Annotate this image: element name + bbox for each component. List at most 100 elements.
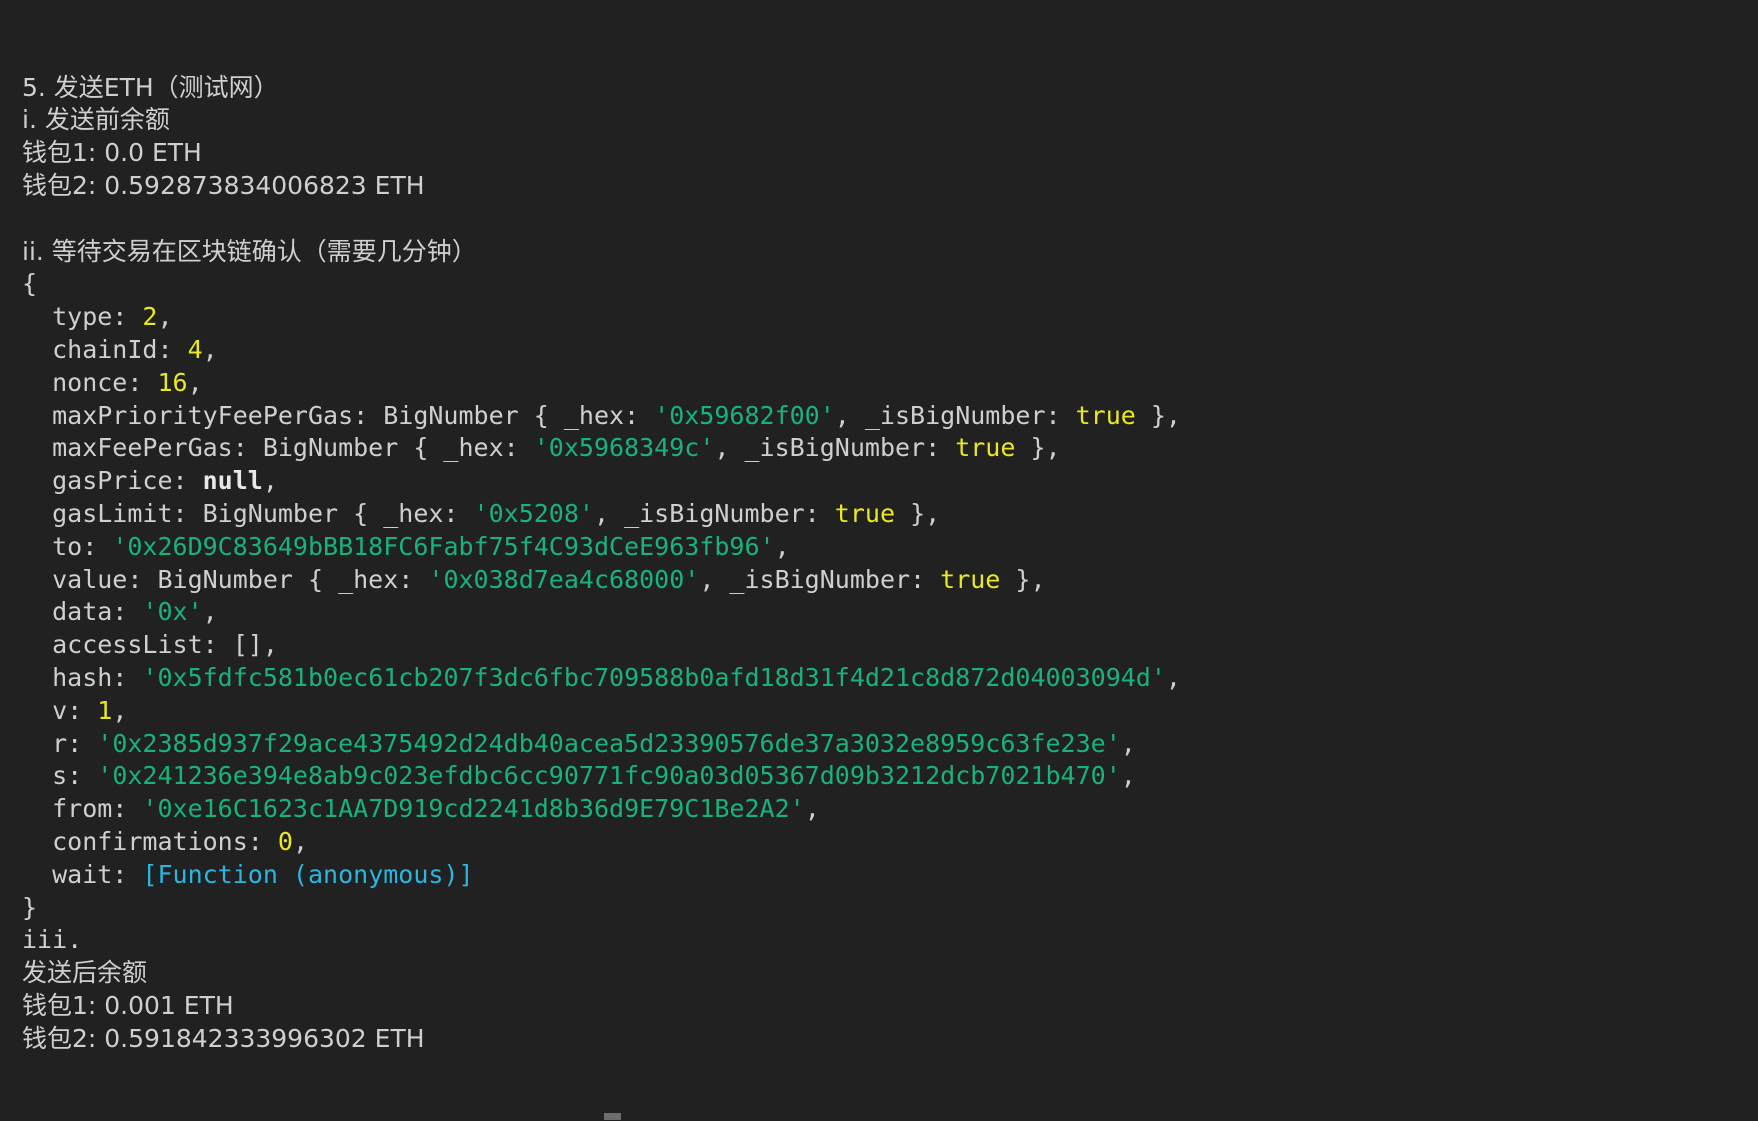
tx-maxpriorityfeepergas: maxPriorityFeePerGas: BigNumber { _hex: … [22,400,1758,433]
tx-maxfeepergas: maxFeePerGas: BigNumber { _hex: '0x59683… [22,432,1758,465]
tx-gaslimit-seg-2: , _isBigNumber: [593,498,835,528]
balance-after-wallet2-seg-0: 钱包2: 0.591842333996302 ETH [22,1023,425,1053]
tx-r-seg-0: r: [22,728,98,758]
heading-i: i. 发送前余额 [22,104,1758,137]
tx-s-seg-2: , [1120,761,1136,791]
tx-object-close-brace: } [22,892,1758,925]
balance-before-wallet1: 钱包1: 0.0 ETH [22,137,1758,170]
tx-gasprice-seg-2: , [262,466,278,496]
tx-value-seg-4: }, [1000,564,1046,594]
tx-nonce: nonce: 16, [22,367,1758,400]
terminal-output-pane[interactable]: 5. 发送ETH（测试网） i. 发送前余额 钱包1: 0.0 ETH 钱包2: 0.… [0,0,1758,1120]
tx-s-seg-1: '0x241236e394e8ab9c023efdbc6cc90771fc90a… [97,761,1121,791]
tx-v-seg-2: , [112,695,128,725]
balance-after-wallet2: 钱包2: 0.591842333996302 ETH [22,1023,1758,1056]
tx-hash-seg-0: hash: [22,662,143,692]
tx-value-seg-1: '0x038d7ea4c68000' [428,564,700,594]
tx-type: type: 2, [22,301,1758,334]
tx-gaslimit-seg-4: }, [895,498,941,528]
tx-type-seg-1: 2 [142,302,158,332]
balance-after-wallet1-seg-0: 钱包1: 0.001 ETH [22,990,234,1020]
tx-gaslimit: gasLimit: BigNumber { _hex: '0x5208', _i… [22,498,1758,531]
tx-gasprice-seg-0: gasPrice: [22,466,203,496]
terminal-cursor [604,1113,621,1120]
tx-confirmations-seg-1: 0 [277,826,293,856]
blank-1 [22,203,1758,236]
heading-balance-after-seg-0: 发送后余额 [22,958,148,988]
tx-wait-seg-0: wait: [22,859,143,889]
tx-accesslist: accessList: [], [22,629,1758,662]
tx-from: from: '0xe16C1623c1AA7D919cd2241d8b36d9E… [22,793,1758,826]
tx-gaslimit-seg-1: '0x5208' [473,498,594,528]
tx-s: s: '0x241236e394e8ab9c023efdbc6cc90771fc… [22,760,1758,793]
tx-s-seg-0: s: [22,761,98,791]
tx-object-close-brace-seg-0: } [22,892,38,922]
tx-accesslist-seg-0: accessList: [], [22,630,278,660]
tx-data-seg-1: '0x' [142,597,203,627]
tx-maxfeepergas-seg-0: maxFeePerGas: BigNumber { _hex: [22,433,534,463]
tx-nonce-seg-2: , [187,367,203,397]
heading-iii-seg-0: iii. [22,925,83,955]
heading-section-5-seg-0: 5. 发送ETH（测试网） [22,72,279,102]
tx-r-seg-2: , [1120,728,1136,758]
tx-gasprice-seg-1: null [202,466,263,496]
tx-hash-seg-1: '0x5fdfc581b0ec61cb207f3dc6fbc709588b0af… [142,662,1166,692]
tx-confirmations-seg-2: , [292,826,308,856]
tx-hash-seg-2: , [1165,662,1181,692]
heading-ii: ii. 等待交易在区块链确认（需要几分钟） [22,236,1758,269]
tx-value: value: BigNumber { _hex: '0x038d7ea4c680… [22,564,1758,597]
balance-before-wallet2-seg-0: 钱包2: 0.592873834006823 ETH [22,170,425,200]
tx-maxpriorityfeepergas-seg-2: , _isBigNumber: [834,400,1076,430]
tx-gasprice: gasPrice: null, [22,465,1758,498]
heading-ii-seg-0: ii. 等待交易在区块链确认（需要几分钟） [22,236,477,266]
tx-v-seg-1: 1 [97,695,113,725]
tx-chainid: chainId: 4, [22,334,1758,367]
tx-v-seg-0: v: [22,695,98,725]
terminal-lines-container: 5. 发送ETH（测试网） i. 发送前余额 钱包1: 0.0 ETH 钱包2: 0.… [22,72,1758,1056]
tx-value-seg-0: value: BigNumber { _hex: [22,564,429,594]
tx-maxpriorityfeepergas-seg-4: }, [1135,400,1181,430]
balance-before-wallet2: 钱包2: 0.592873834006823 ETH [22,170,1758,203]
tx-data-seg-0: data: [22,597,143,627]
tx-wait: wait: [Function (anonymous)] [22,859,1758,892]
tx-from-seg-0: from: [22,794,143,824]
tx-maxpriorityfeepergas-seg-1: '0x59682f00' [654,400,835,430]
tx-nonce-seg-0: nonce: [22,367,158,397]
tx-from-seg-2: , [804,794,820,824]
tx-value-seg-2: , _isBigNumber: [699,564,941,594]
tx-to-seg-2: , [774,531,790,561]
tx-r-seg-1: '0x2385d937f29ace4375492d24db40acea5d233… [97,728,1121,758]
tx-gaslimit-seg-3: true [834,498,896,528]
tx-type-seg-0: type: [22,302,143,332]
heading-i-seg-0: i. 发送前余额 [22,105,170,135]
tx-confirmations-seg-0: confirmations: [22,826,278,856]
heading-section-5: 5. 发送ETH（测试网） [22,72,1758,105]
tx-from-seg-1: '0xe16C1623c1AA7D919cd2241d8b36d9E79C1Be… [142,794,805,824]
tx-to-seg-1: '0x26D9C83649bBB18FC6Fabf75f4C93dCeE963f… [112,531,775,561]
tx-gaslimit-seg-0: gasLimit: BigNumber { _hex: [22,498,474,528]
tx-data-seg-2: , [202,597,218,627]
heading-iii: iii. [22,924,1758,957]
balance-after-wallet1: 钱包1: 0.001 ETH [22,990,1758,1023]
tx-chainid-seg-1: 4 [187,334,203,364]
tx-data: data: '0x', [22,596,1758,629]
tx-hash: hash: '0x5fdfc581b0ec61cb207f3dc6fbc7095… [22,662,1758,695]
tx-object-open-brace-seg-0: { [22,269,38,299]
tx-confirmations: confirmations: 0, [22,826,1758,859]
tx-r: r: '0x2385d937f29ace4375492d24db40acea5d… [22,728,1758,761]
tx-to-seg-0: to: [22,531,113,561]
tx-maxpriorityfeepergas-seg-0: maxPriorityFeePerGas: BigNumber { _hex: [22,400,655,430]
balance-before-wallet1-seg-0: 钱包1: 0.0 ETH [22,138,202,168]
tx-type-seg-2: , [157,302,173,332]
tx-maxfeepergas-seg-1: '0x5968349c' [533,433,715,463]
tx-maxfeepergas-seg-2: , _isBigNumber: [714,433,956,463]
tx-chainid-seg-2: , [202,334,218,364]
tx-chainid-seg-0: chainId: [22,334,188,364]
tx-v: v: 1, [22,695,1758,728]
tx-maxpriorityfeepergas-seg-3: true [1075,400,1136,430]
tx-nonce-seg-1: 16 [157,367,188,397]
tx-to: to: '0x26D9C83649bBB18FC6Fabf75f4C93dCeE… [22,531,1758,564]
tx-maxfeepergas-seg-4: }, [1015,433,1061,463]
tx-value-seg-3: true [940,564,1001,594]
tx-maxfeepergas-seg-3: true [955,433,1016,463]
